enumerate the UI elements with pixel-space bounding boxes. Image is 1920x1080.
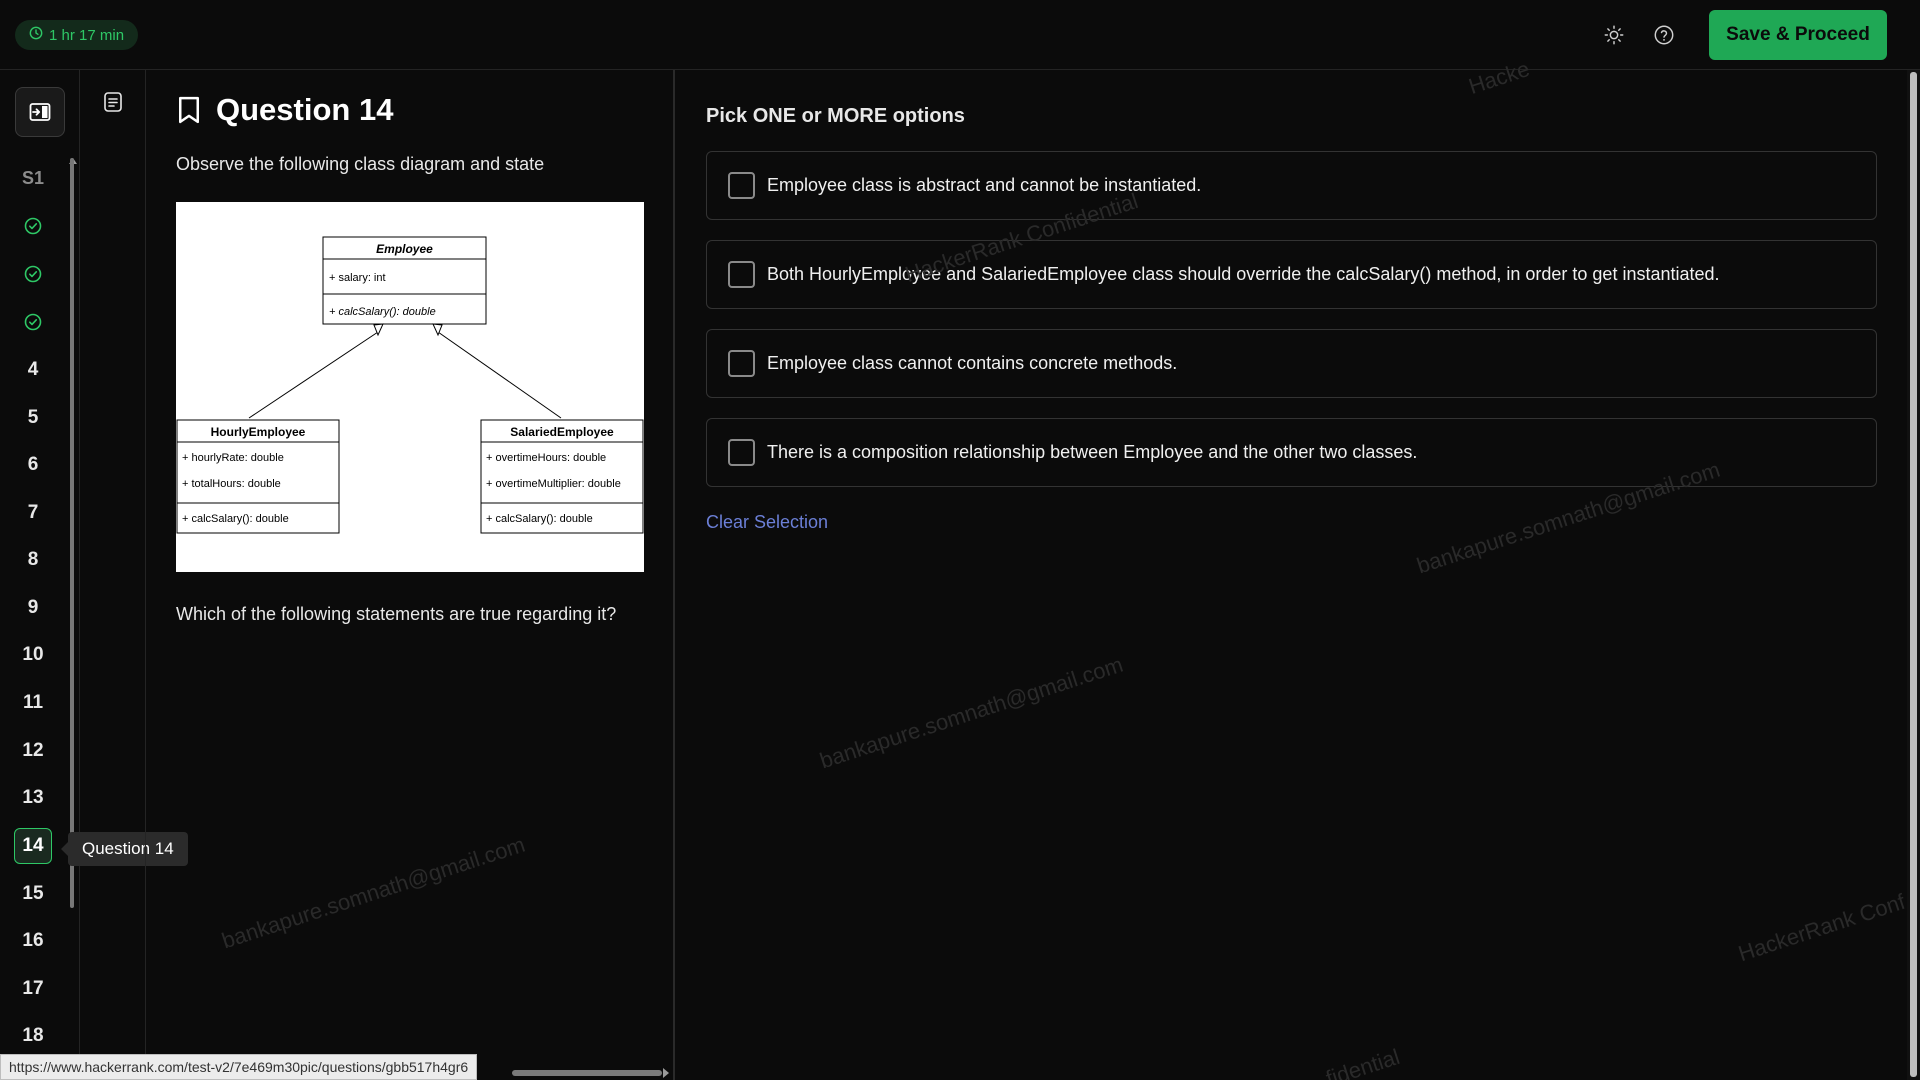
section-label: S1 <box>21 167 45 188</box>
status-bar-url: https://www.hackerrank.com/test-v2/7e469… <box>0 1054 478 1080</box>
employee-method: + calcSalary(): double <box>329 306 436 318</box>
question-pane: Question 14 Observe the following class … <box>146 70 675 1080</box>
help-circle-icon[interactable] <box>1651 22 1677 48</box>
option-2-label: Both HourlyEmployee and SalariedEmployee… <box>767 264 1720 284</box>
hourly-class-name: HourlyEmployee <box>211 425 306 439</box>
salaried-attr-1: + overtimeHours: double <box>486 452 606 464</box>
hourly-method: + calcSalary(): double <box>182 513 289 525</box>
question-item-14[interactable]: 14 <box>14 828 52 864</box>
employee-class-box: Employee + salary: int + calcSalary(): d… <box>322 236 487 325</box>
sun-icon[interactable] <box>1601 22 1627 48</box>
question-pane-h-scrollbar[interactable] <box>512 1070 662 1076</box>
inheritance-arrows <box>248 323 562 419</box>
option-1[interactable]: Employee class is abstract and cannot be… <box>706 151 1877 220</box>
options-pane: Pick ONE or MORE options Employee class … <box>677 70 1920 1080</box>
nav-scrollbar-thumb[interactable] <box>70 158 74 908</box>
sidebar-toggle-icon <box>29 103 51 121</box>
option-4-label: There is a composition relationship betw… <box>767 442 1418 462</box>
option-2[interactable]: Both HourlyEmployee and SalariedEmployee… <box>706 240 1877 309</box>
page-scrollbar-thumb[interactable] <box>1910 72 1917 1077</box>
nav-scrollbar[interactable] <box>70 158 74 908</box>
salaried-employee-class-box: SalariedEmployee + overtimeHours: double… <box>480 419 644 534</box>
salaried-class-name: SalariedEmployee <box>510 425 614 439</box>
question-item-10[interactable]: 10 <box>14 637 52 673</box>
hourly-employee-class-box: HourlyEmployee + hourlyRate: double + to… <box>176 419 340 534</box>
question-item-8[interactable]: 8 <box>14 542 52 578</box>
question-heading: Question 14 <box>176 92 393 128</box>
page-title: Question 14 <box>216 92 394 127</box>
check-circle-icon <box>24 313 42 331</box>
side-column <box>80 70 146 1080</box>
check-circle-icon <box>24 265 42 283</box>
question-item-7[interactable]: 7 <box>14 495 52 531</box>
question-nav: S1 4 5 6 7 8 9 10 11 12 13 14 15 16 17 1… <box>0 70 80 1080</box>
class-diagram: Employee + salary: int + calcSalary(): d… <box>176 202 644 572</box>
option-4[interactable]: There is a composition relationship betw… <box>706 418 1877 487</box>
question-item-5[interactable]: 5 <box>14 400 52 436</box>
clock-icon <box>29 26 43 44</box>
save-proceed-button[interactable]: Save & Proceed <box>1709 10 1887 60</box>
option-1-label: Employee class is abstract and cannot be… <box>767 175 1202 195</box>
sidebar-toggle-button[interactable] <box>15 87 65 137</box>
option-1-checkbox[interactable] <box>728 172 755 199</box>
top-bar: 1 hr 17 min Save & Proceed <box>0 0 1920 70</box>
hourly-attr-1: + hourlyRate: double <box>182 452 284 464</box>
question-item-6[interactable]: 6 <box>14 447 52 483</box>
employee-attr: + salary: int <box>329 272 386 284</box>
page-scrollbar[interactable] <box>1907 70 1920 1080</box>
question-item-11[interactable]: 11 <box>14 685 52 721</box>
hourly-attr-2: + totalHours: double <box>182 478 281 490</box>
question-item-3[interactable] <box>14 304 52 340</box>
question-item-12[interactable]: 12 <box>14 733 52 769</box>
question-item-1[interactable] <box>14 208 52 244</box>
document-icon[interactable] <box>101 90 125 114</box>
check-circle-icon <box>24 217 42 235</box>
question-item-4[interactable]: 4 <box>14 352 52 388</box>
h-scroll-right-arrow[interactable] <box>663 1068 669 1078</box>
salaried-method: + calcSalary(): double <box>486 513 593 525</box>
options-heading: Pick ONE or MORE options <box>706 105 965 127</box>
employee-class-name: Employee <box>376 242 433 256</box>
question-item-18[interactable]: 18 <box>14 1018 52 1054</box>
option-2-checkbox[interactable] <box>728 261 755 288</box>
bookmark-icon[interactable] <box>176 95 202 125</box>
question-item-15[interactable]: 15 <box>14 876 52 912</box>
question-prompt: Observe the following class diagram and … <box>176 154 545 174</box>
question-item-2[interactable] <box>14 256 52 292</box>
question-item-17[interactable]: 17 <box>14 971 52 1007</box>
timer-text: 1 hr 17 min <box>49 26 125 44</box>
clear-selection-link[interactable]: Clear Selection <box>706 512 828 533</box>
option-4-checkbox[interactable] <box>728 439 755 466</box>
question-item-16[interactable]: 16 <box>14 923 52 959</box>
question-item-9[interactable]: 9 <box>14 590 52 626</box>
question-follow-up: Which of the following statements are tr… <box>176 604 617 624</box>
option-3-checkbox[interactable] <box>728 350 755 377</box>
salaried-attr-2: + overtimeMultiplier: double <box>486 478 621 490</box>
option-3[interactable]: Employee class cannot contains concrete … <box>706 329 1877 398</box>
question-item-13[interactable]: 13 <box>14 780 52 816</box>
timer-badge: 1 hr 17 min <box>15 20 139 50</box>
option-3-label: Employee class cannot contains concrete … <box>767 353 1178 373</box>
